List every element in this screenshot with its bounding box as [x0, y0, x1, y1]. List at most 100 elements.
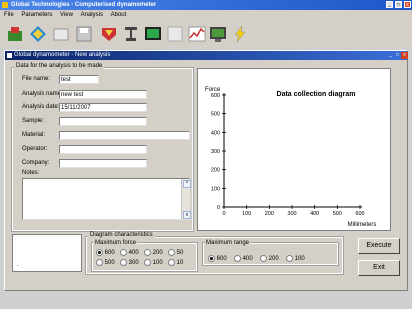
x-tick-label: 500: [333, 211, 342, 217]
x-tick-label: 300: [287, 211, 296, 217]
radio-icon[interactable]: [144, 259, 151, 266]
max-force-title: Maximum force: [94, 240, 138, 246]
radio-label: 50: [175, 250, 184, 257]
child-maximize-button[interactable]: □: [394, 52, 401, 59]
force-option-300[interactable]: 300: [120, 259, 139, 267]
display-icon[interactable]: [207, 24, 228, 44]
folder-icon[interactable]: [50, 24, 71, 44]
menu-about[interactable]: About: [111, 12, 127, 18]
force-option-200[interactable]: 200: [144, 249, 163, 257]
data-collection-chart: Force Data collection diagram Millimeter…: [205, 87, 377, 228]
diagram-group-title: Diagram characteristics: [88, 232, 155, 238]
range-option-600[interactable]: 600: [208, 255, 227, 263]
file-name-field[interactable]: test: [59, 75, 99, 84]
radio-label: 200: [151, 250, 163, 257]
analysis-date-field[interactable]: 15/11/2007: [59, 103, 147, 112]
y-tick-label: 600: [211, 93, 220, 99]
sample-label: Sample:: [22, 118, 45, 124]
radio-icon[interactable]: [168, 259, 175, 266]
notes-label: Notes:: [22, 170, 40, 176]
max-range-title: Maximum range: [205, 240, 251, 246]
radio-icon[interactable]: [208, 255, 215, 262]
radio-icon[interactable]: [286, 255, 293, 262]
bookmark-icon[interactable]: [98, 24, 119, 44]
radio-icon[interactable]: [144, 249, 151, 256]
analysis-name-label: Analysis name:: [22, 91, 63, 97]
force-option-600[interactable]: 600: [96, 249, 115, 257]
radio-label: 600: [103, 250, 115, 257]
monitor-icon[interactable]: [142, 24, 163, 44]
toolbar: [0, 21, 412, 47]
menu-bar: File Parameters View Analysis About: [0, 10, 412, 21]
maximize-button[interactable]: □: [395, 1, 402, 8]
company-label: Company:: [22, 160, 50, 166]
radio-icon[interactable]: [168, 249, 175, 256]
preview-text: .: [17, 262, 19, 268]
operator-label: Operator:: [22, 146, 48, 152]
open-icon[interactable]: [4, 24, 25, 44]
radio-icon[interactable]: [260, 255, 267, 262]
y-tick-label: 100: [211, 186, 220, 192]
radio-label: 600: [215, 256, 227, 263]
file-name-label: File name:: [22, 76, 51, 82]
company-field[interactable]: [59, 159, 147, 168]
force-option-400[interactable]: 400: [120, 249, 139, 257]
material-field[interactable]: [59, 131, 190, 140]
preview-box: .: [12, 234, 82, 272]
child-title: Global dynamometer - New analysis: [14, 52, 111, 58]
radio-label: 100: [151, 260, 163, 267]
notes-scrollbar[interactable]: ^ v: [181, 179, 191, 219]
force-option-50[interactable]: 50: [168, 249, 183, 257]
radio-label: 500: [103, 260, 115, 267]
y-tick-label: 400: [211, 130, 220, 136]
chart-icon[interactable]: [186, 24, 207, 44]
radio-label: 10: [175, 260, 184, 267]
analysis-name-field[interactable]: new test: [59, 90, 147, 99]
x-tick-label: 600: [355, 211, 364, 217]
sample-field[interactable]: [59, 117, 147, 126]
x-tick-label: 200: [265, 211, 274, 217]
y-tick-label: 300: [211, 149, 220, 155]
close-button[interactable]: x: [404, 1, 411, 8]
minimize-button[interactable]: _: [386, 1, 393, 8]
chart-xlabel: Millimeters: [348, 222, 377, 228]
range-option-400[interactable]: 400: [234, 255, 253, 263]
radio-icon[interactable]: [120, 259, 127, 266]
range-option-100[interactable]: 100: [286, 255, 305, 263]
menu-analysis[interactable]: Analysis: [81, 12, 103, 18]
range-option-200[interactable]: 200: [260, 255, 279, 263]
force-option-500[interactable]: 500: [96, 259, 115, 267]
menu-file[interactable]: File: [4, 12, 14, 18]
execute-button[interactable]: Execute: [358, 238, 400, 254]
radio-label: 400: [241, 256, 253, 263]
chart-panel: Force Data collection diagram Millimeter…: [197, 68, 391, 231]
menu-view[interactable]: View: [60, 12, 73, 18]
child-close-button[interactable]: x: [401, 52, 408, 59]
scroll-up-icon[interactable]: ^: [183, 180, 191, 188]
analysis-date-label: Analysis date:: [22, 104, 60, 110]
force-option-10[interactable]: 10: [168, 259, 183, 267]
x-tick-label: 0: [222, 211, 225, 217]
radio-icon[interactable]: [96, 259, 103, 266]
save-icon[interactable]: [73, 24, 94, 44]
radio-icon[interactable]: [96, 249, 103, 256]
menu-parameters[interactable]: Parameters: [21, 12, 52, 18]
grid-icon[interactable]: [164, 24, 185, 44]
analysis-icon[interactable]: [27, 24, 48, 44]
radio-label: 100: [293, 256, 305, 263]
y-tick-label: 200: [211, 168, 220, 174]
radio-label: 400: [127, 250, 139, 257]
radio-icon[interactable]: [234, 255, 241, 262]
scroll-down-icon[interactable]: v: [183, 211, 191, 219]
press-icon[interactable]: [120, 24, 141, 44]
app-titlebar: Global Technologies - Computerised dynam…: [0, 0, 412, 10]
lightning-icon[interactable]: [229, 24, 250, 44]
operator-field[interactable]: [59, 145, 147, 154]
app-icon: [2, 2, 8, 8]
child-minimize-button[interactable]: _: [387, 52, 394, 59]
notes-textarea[interactable]: [22, 178, 190, 220]
force-option-100[interactable]: 100: [144, 259, 163, 267]
material-label: Material:: [22, 132, 46, 138]
radio-icon[interactable]: [120, 249, 127, 256]
exit-button[interactable]: Exit: [358, 260, 400, 276]
